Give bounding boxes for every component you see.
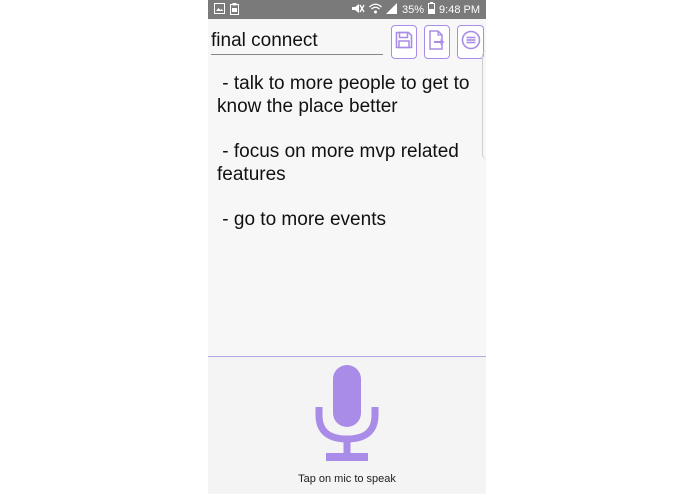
menu-button[interactable] bbox=[457, 25, 484, 59]
status-left-icons bbox=[214, 3, 239, 18]
status-right-icons: 35% 9:48 PM bbox=[351, 2, 480, 17]
clock: 9:48 PM bbox=[439, 3, 480, 16]
battery-icon bbox=[428, 2, 436, 17]
status-bar: 35% 9:48 PM bbox=[208, 0, 486, 19]
mute-icon bbox=[351, 3, 365, 17]
note-line: - go to more events bbox=[217, 209, 386, 230]
menu-icon bbox=[461, 30, 481, 55]
image-icon bbox=[214, 3, 225, 18]
note-header bbox=[208, 22, 486, 59]
scroll-edge bbox=[482, 50, 486, 160]
clipboard-icon bbox=[230, 3, 239, 18]
note-body[interactable]: - talk to more people to get to know the… bbox=[217, 72, 486, 253]
note-title-input[interactable] bbox=[211, 28, 383, 55]
microphone-icon bbox=[315, 365, 379, 469]
mic-button[interactable] bbox=[315, 363, 379, 465]
save-button[interactable] bbox=[391, 25, 417, 59]
app-screen: 35% 9:48 PM - talk to more people to get… bbox=[208, 0, 486, 494]
wifi-icon bbox=[369, 3, 382, 17]
note-line: - focus on more mvp related features bbox=[217, 141, 465, 185]
battery-percent: 35% bbox=[402, 3, 425, 16]
save-icon bbox=[395, 31, 413, 54]
export-button[interactable] bbox=[424, 25, 450, 59]
export-icon bbox=[428, 29, 446, 55]
speech-panel: Tap on mic to speak bbox=[208, 357, 486, 494]
mic-hint: Tap on mic to speak bbox=[298, 473, 396, 485]
note-line: - talk to more people to get to know the… bbox=[217, 73, 475, 117]
signal-icon bbox=[386, 2, 398, 17]
